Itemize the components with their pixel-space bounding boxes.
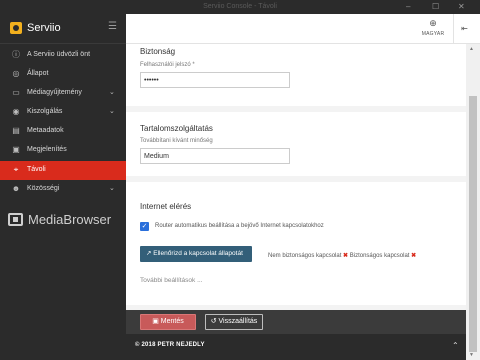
save-label: Mentés [160,318,184,325]
top-bar: ⊕ MAGYAR ⇤ [126,14,480,44]
connection-status: Nem biztonságos kapcsolat ✖ Biztonságos … [268,252,416,259]
chevron-up-icon[interactable]: ⌃ [452,341,459,350]
sidebar-item-label: Médiagyűjtemény [27,89,82,96]
sidebar: Serviio ☰ ⓘ A Serviio üdvözli önt ◎ Álla… [0,14,126,360]
content-service-panel: Tartalomszolgáltatás Továbbítani kívánt … [126,112,466,176]
footer: © 2018 PETR NEJEDLY ⌃ [126,334,466,360]
language-code: MAGYAR [421,31,445,37]
status-icon: ◎ [12,69,20,78]
router-checkbox[interactable]: ✓ [140,222,149,231]
internet-title: Internet elérés [140,202,192,211]
sidebar-item-delivery[interactable]: ◉ Kiszolgálás ⌄ [0,103,126,122]
sidebar-item-library[interactable]: ▭ Médiagyűjtemény ⌄ [0,84,126,103]
check-connection-label: Ellenőrizd a kapcsolat állapotát [153,250,243,257]
mediabrowser-icon [8,213,23,226]
insecure-x-icon: ✖ [343,253,349,259]
remote-icon: ⌖ [13,165,19,174]
router-checkbox-label: Router automatikus beállítása a bejövő I… [155,223,324,229]
check-connection-button[interactable]: ↗ Ellenőrizd a kapcsolat állapotát [140,246,252,262]
scrollbar[interactable]: ▲ ▼ [466,44,480,360]
sidebar-item-label: Kiszolgálás [27,108,63,115]
close-icon[interactable]: ✕ [458,2,465,12]
copyright: © 2018 PETR NEJEDLY [135,342,205,348]
chevron-down-icon: ⌄ [109,89,115,96]
maximize-icon[interactable]: ☐ [432,2,439,12]
content-service-title: Tartalomszolgáltatás [140,124,213,133]
minimize-icon[interactable]: – [406,2,410,12]
sidebar-item-status[interactable]: ◎ Állapot [0,65,126,84]
mediabrowser-text: MediaBrowser [28,212,112,227]
password-field[interactable]: •••••• [140,72,290,88]
window-titlebar: Serviio Console - Távoli – ☐ ✕ [0,0,480,14]
sidebar-item-label: Közösségi [27,185,60,192]
security-panel: Biztonság Felhasználói jelszó * •••••• [126,44,466,106]
quality-select[interactable]: Medium [140,148,290,164]
sidebar-item-welcome[interactable]: ⓘ A Serviio üdvözli önt [0,46,126,65]
sidebar-item-community[interactable]: ☻ Közösségi ⌄ [0,180,126,199]
sidebar-item-label: A Serviio üdvözli önt [27,51,91,58]
scroll-up-icon[interactable]: ▲ [469,46,474,52]
sidebar-item-label: Állapot [27,70,49,77]
metadata-icon: ▤ [12,126,20,135]
brand-name: Serviio [27,22,61,34]
language-selector[interactable]: ⊕ MAGYAR [418,18,448,37]
password-label: Felhasználói jelszó * [140,62,195,68]
reset-button[interactable]: ↺ Visszaállítás [205,314,263,330]
sidebar-item-label: Metaadatok [27,127,64,134]
external-link-icon: ↗ [146,250,152,257]
hamburger-icon[interactable]: ☰ [108,21,117,32]
sidebar-item-label: Megjelenítés [27,146,67,153]
status-insecure-label: Nem biztonságos kapcsolat [268,253,342,259]
chevron-down-icon: ⌄ [109,108,115,115]
community-icon: ☻ [11,184,21,193]
brand: Serviio ☰ [0,14,126,44]
collapse-icon[interactable]: ⇤ [453,14,475,44]
scrollbar-thumb[interactable] [469,96,477,352]
chevron-down-icon: ⌄ [109,185,115,192]
more-settings-link[interactable]: További beállítások ... [140,277,203,284]
folder-icon: ▭ [12,88,20,97]
undo-icon: ↺ [210,318,217,325]
sidebar-item-presentation[interactable]: ▣ Megjelenítés [0,141,126,160]
action-bar: ▣ Mentés ↺ Visszaállítás [126,310,466,334]
main-content: Biztonság Felhasználói jelszó * •••••• T… [126,44,466,310]
reset-label: Visszaállítás [218,318,258,325]
display-icon: ▣ [12,145,20,154]
quality-label: Továbbítani kívánt minőség [140,138,213,144]
serviio-logo-icon [10,22,22,34]
save-icon: ▣ [152,318,159,325]
secure-x-icon: ✖ [411,253,417,259]
sidebar-item-label: Távoli [27,166,46,173]
globe-icon: ⊕ [429,18,437,28]
broadcast-icon: ◉ [12,107,20,116]
info-icon: ⓘ [12,50,20,59]
save-button[interactable]: ▣ Mentés [140,314,196,330]
status-secure-label: Biztonságos kapcsolat [349,253,410,259]
sidebar-item-metadata[interactable]: ▤ Metaadatok [0,122,126,141]
security-title: Biztonság [140,47,176,56]
scroll-down-icon[interactable]: ▼ [469,352,474,358]
internet-panel: Internet elérés ✓ Router automatikus beá… [126,182,466,305]
sidebar-item-remote[interactable]: ⌖ Távoli [0,161,126,180]
